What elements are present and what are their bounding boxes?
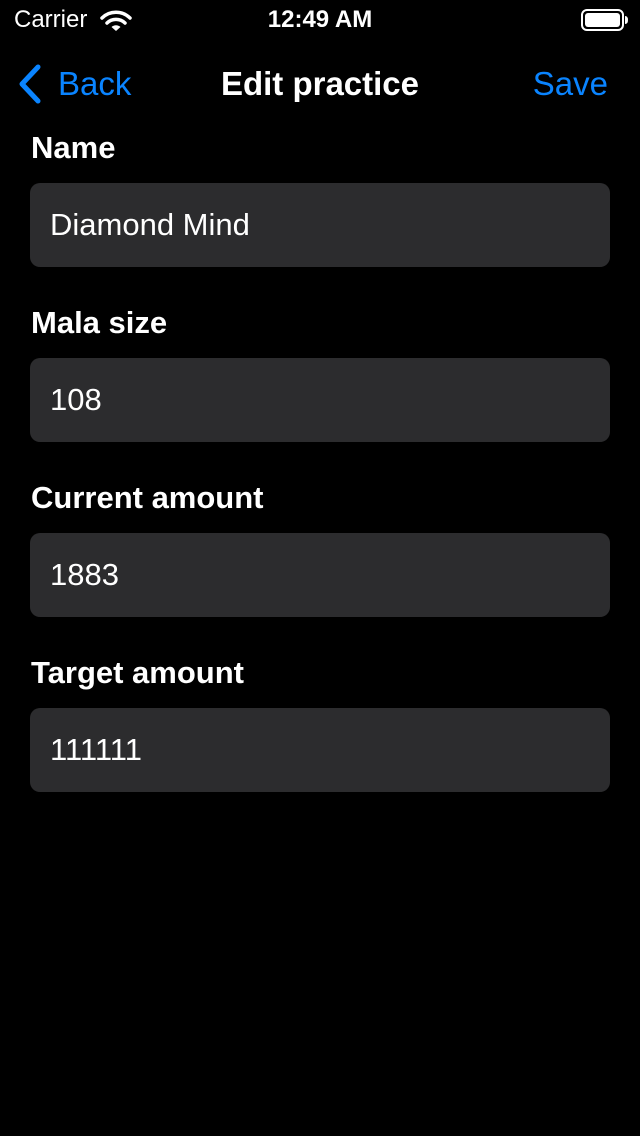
name-field[interactable] xyxy=(30,183,610,267)
edit-practice-form: Name Mala size Current amount Target amo… xyxy=(30,128,610,828)
target-amount-field[interactable] xyxy=(30,708,610,792)
mala-size-label: Mala size xyxy=(31,305,168,340)
current-amount-field[interactable] xyxy=(30,533,610,617)
status-time: 12:49 AM xyxy=(267,6,373,33)
name-label: Name xyxy=(31,130,116,165)
navigation-bar: Back Edit practice Save xyxy=(0,56,640,112)
save-button[interactable]: Save xyxy=(533,56,608,112)
back-button[interactable]: Back xyxy=(16,56,131,112)
battery-icon xyxy=(581,9,628,31)
back-label: Back xyxy=(58,65,132,102)
mala-size-field[interactable] xyxy=(30,358,610,442)
target-amount-label: Target amount xyxy=(31,655,244,690)
current-amount-label: Current amount xyxy=(31,480,264,515)
chevron-left-icon xyxy=(19,64,41,104)
status-bar: Carrier 12:49 AM xyxy=(0,0,640,40)
